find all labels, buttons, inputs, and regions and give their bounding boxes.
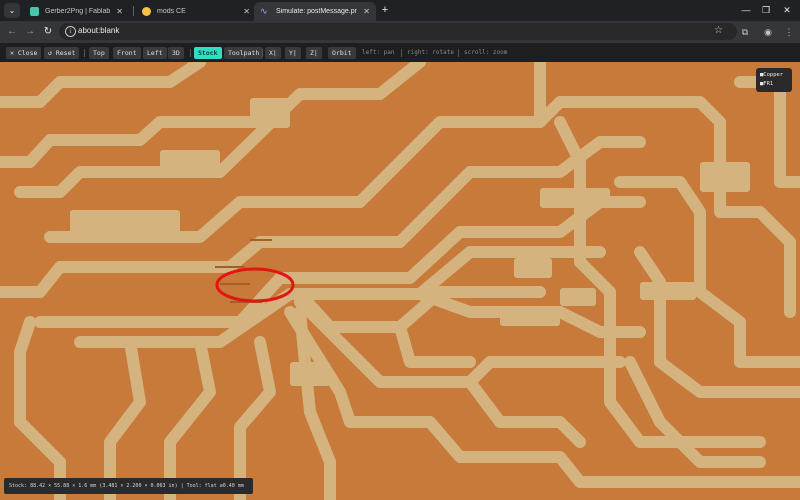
layer-legend: ■Copper ■FR1 [756,68,792,92]
trace [634,246,800,398]
hint-scroll-zoom: scroll: zoom [464,49,508,56]
clip-z-button[interactable]: Z| [306,47,322,59]
sunglasses-emoji-favicon-icon [142,7,151,16]
reload-button[interactable]: ↻ [40,24,56,40]
info-icon[interactable]: i [65,26,76,37]
pad [700,162,750,192]
extensions-button[interactable]: ⧉ [737,24,753,40]
minimize-icon: — [741,5,751,15]
hint-left-pan: left: pan [362,49,395,56]
tab-search-button[interactable]: ⌄ [4,3,20,18]
tab-gerber2png[interactable]: Gerber2Png | Fablab Kerala ✕ [24,2,129,21]
clip-y-button[interactable]: Y| [285,47,301,59]
trace [0,62,206,108]
close-button[interactable]: ✕ Close [6,47,42,59]
trace [0,116,266,168]
view-3d-button[interactable]: 3D [168,47,184,59]
star-icon[interactable]: ☆ [714,25,723,36]
close-icon[interactable]: ✕ [243,7,250,16]
close-icon[interactable]: ✕ [363,7,370,16]
trace [394,321,476,368]
pad [514,258,552,278]
chevron-down-icon: ⌄ [8,6,16,15]
trace [374,62,426,100]
kebab-icon: ⋮ [784,27,794,37]
window-close-button[interactable]: ✕ [780,3,794,17]
tab-strip: ⌄ Gerber2Png | Fablab Kerala ✕ mods CE ✕… [0,0,800,21]
profile-icon: ◉ [764,27,772,37]
address-bar[interactable]: i about:blank ☆ [59,23,737,40]
arrow-left-icon: ← [7,26,17,37]
address-text[interactable]: about:blank [78,26,119,35]
hint-right-rotate: right: rotate [407,49,454,56]
gerber2png-favicon-icon [30,7,39,16]
pad [500,308,560,326]
pcb-render[interactable] [0,62,800,500]
status-bar: Stock: 88.42 × 55.88 × 1.6 mm (3.481 × 2… [4,478,253,494]
maximize-icon: ❐ [761,5,771,15]
tab-simulate[interactable]: ∿ Simulate: postMessage.png ✕ [254,2,376,21]
trace [104,336,146,500]
separator [84,49,85,57]
view-front-button[interactable]: Front [113,47,141,59]
close-icon[interactable]: ✕ [116,7,123,16]
trace [464,376,586,448]
layer-copper[interactable]: ■Copper [760,71,788,80]
trace [294,306,336,500]
clip-x-button[interactable]: X| [265,47,281,59]
puzzle-icon: ⧉ [741,27,749,37]
pad [70,210,180,236]
browser-menu-button[interactable]: ⋮ [781,24,797,40]
pad [560,288,596,306]
close-icon: ✕ [783,5,791,15]
activity-favicon-icon: ∿ [260,6,268,16]
separator [190,49,191,57]
plus-icon: + [381,4,389,16]
simulator-menu-bar: ✕ Close ↺ Reset Top Front Left 3D Stock … [0,43,800,62]
tab-mods-ce[interactable]: mods CE ✕ [136,2,256,21]
separator [401,49,402,57]
tab-title: Simulate: postMessage.png [276,8,358,15]
layer-fr1[interactable]: ■FR1 [760,80,788,89]
forward-button[interactable]: → [22,24,38,40]
orbit-button[interactable]: Orbit [328,47,356,59]
separator [458,49,459,57]
minimize-button[interactable]: — [739,3,753,17]
simulation-viewport[interactable]: ■Copper ■FR1 Stock: 88.42 × 55.88 × 1.6 … [0,62,800,500]
reload-icon: ↻ [43,26,53,37]
separator [262,49,263,57]
trace [14,316,66,500]
profile-button[interactable]: ◉ [760,24,776,40]
trace [634,96,766,218]
tab-separator [133,6,134,16]
tab-title: mods CE [157,8,186,15]
tab-title: Gerber2Png | Fablab Kerala [45,8,111,15]
view-top-button[interactable]: Top [89,47,109,59]
pad [160,150,220,174]
pad [250,98,290,128]
copper-traces [0,62,800,500]
view-left-button[interactable]: Left [143,47,167,59]
browser-toolbar: ← → ↻ i about:blank ☆ ⧉ ◉ ⋮ [0,21,800,43]
back-button[interactable]: ← [4,24,20,40]
toolpath-toggle-button[interactable]: Toolpath [224,47,264,59]
trace [234,336,276,500]
new-tab-button[interactable]: + [378,3,392,18]
reset-button[interactable]: ↺ Reset [44,47,80,59]
trace [754,206,796,318]
pad [290,362,330,386]
stock-toggle-button[interactable]: Stock [194,47,222,59]
maximize-button[interactable]: ❐ [759,3,773,17]
arrow-right-icon: → [25,26,35,37]
trace [164,336,216,500]
pad [540,188,610,208]
pad [640,282,696,300]
